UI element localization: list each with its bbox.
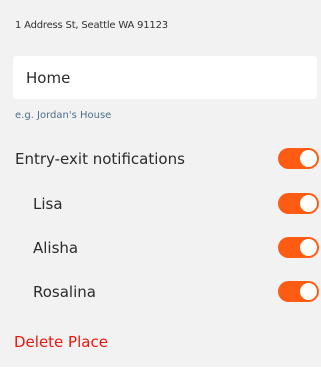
entry-exit-notifications-toggle[interactable] [278,148,319,169]
member-name: Lisa [33,195,63,213]
place-name-input[interactable] [13,56,317,99]
member-row-lisa: Lisa [0,191,321,215]
bottom-divider [0,367,321,371]
member-row-alisha: Alisha [0,235,321,259]
member-name: Rosalina [33,283,96,301]
member-toggle-lisa[interactable] [278,193,319,214]
place-settings-screen: 1 Address St, Seattle WA 91123 e.g. Jord… [0,0,321,371]
member-name: Alisha [33,239,79,257]
place-name-hint: e.g. Jordan's House [15,110,112,121]
member-row-rosalina: Rosalina [0,279,321,303]
toggle-knob [300,283,317,300]
member-toggle-rosalina[interactable] [278,281,319,302]
place-address: 1 Address St, Seattle WA 91123 [15,20,168,31]
toggle-knob [300,150,317,167]
entry-exit-notifications-row: Entry-exit notifications [0,146,321,170]
toggle-knob [300,239,317,256]
entry-exit-notifications-label: Entry-exit notifications [15,150,185,168]
delete-place-button[interactable]: Delete Place [14,333,108,351]
toggle-knob [300,195,317,212]
member-toggle-alisha[interactable] [278,237,319,258]
